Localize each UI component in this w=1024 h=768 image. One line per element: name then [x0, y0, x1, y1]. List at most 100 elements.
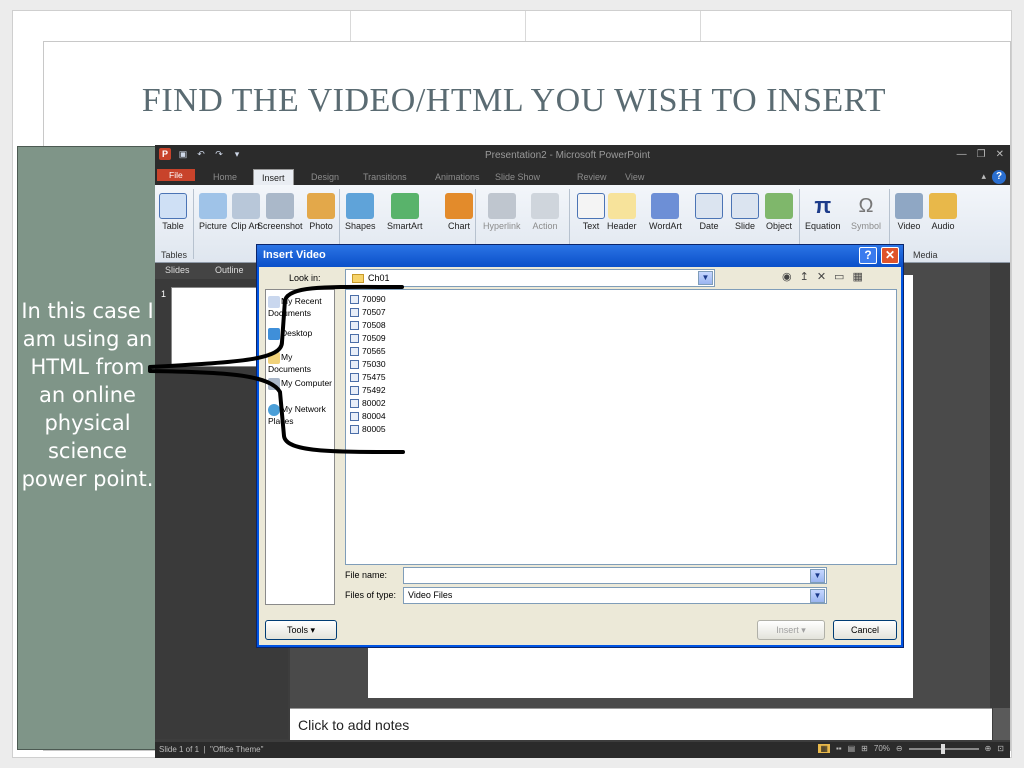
- tab-design[interactable]: Design: [303, 169, 347, 185]
- object-button[interactable]: Object: [765, 193, 793, 231]
- insert-button[interactable]: Insert ▾: [757, 620, 825, 640]
- normal-view-icon[interactable]: ▦: [818, 744, 830, 753]
- group-separator: [193, 189, 194, 259]
- ribbon-collapse-icon[interactable]: ▴: [981, 171, 986, 182]
- dialog-close-icon[interactable]: ✕: [881, 247, 899, 264]
- undo-icon[interactable]: ↶: [195, 148, 207, 160]
- views-icon[interactable]: ▦: [852, 270, 862, 283]
- file-name-input[interactable]: ▼: [403, 567, 827, 584]
- back-icon[interactable]: ◉: [782, 270, 792, 283]
- help-icon[interactable]: ?: [992, 170, 1006, 184]
- tools-button[interactable]: Tools ▾: [265, 620, 337, 640]
- cancel-button[interactable]: Cancel: [833, 620, 897, 640]
- list-item[interactable]: 70090: [350, 293, 386, 305]
- file-name-label: File name:: [345, 570, 388, 580]
- zoom-in-icon[interactable]: ⊕: [985, 744, 992, 753]
- slide-title: FIND THE VIDEO/HTML YOU WISH TO INSERT: [141, 82, 887, 119]
- hyperlink-button[interactable]: Hyperlink: [483, 193, 521, 231]
- tab-home[interactable]: Home: [205, 169, 245, 185]
- up-folder-icon[interactable]: ↥: [800, 270, 809, 283]
- smartart-button[interactable]: SmartArt: [387, 193, 423, 231]
- slide-sorter-icon[interactable]: ▪▪: [836, 744, 842, 753]
- tab-slides[interactable]: Slides: [165, 265, 190, 275]
- date-time-button[interactable]: Date: [695, 193, 723, 231]
- place-my-documents[interactable]: My Documents: [268, 352, 334, 374]
- zoom-out-icon[interactable]: ⊖: [896, 744, 903, 753]
- list-item[interactable]: 70508: [350, 319, 386, 331]
- audio-button[interactable]: Audio: [929, 193, 957, 231]
- redo-icon[interactable]: ↷: [213, 148, 225, 160]
- place-my-computer[interactable]: My Computer: [268, 378, 334, 390]
- list-item[interactable]: 80005: [350, 423, 386, 435]
- notes-pane[interactable]: Click to add notes: [290, 708, 992, 740]
- symbol-button[interactable]: Ω Symbol: [851, 193, 881, 231]
- list-item[interactable]: 80004: [350, 410, 386, 422]
- action-button[interactable]: Action: [531, 193, 559, 231]
- customize-icon[interactable]: ▾: [231, 148, 243, 160]
- file-icon: [350, 334, 359, 344]
- restore-icon[interactable]: ❐: [977, 149, 986, 160]
- tab-animations[interactable]: Animations: [427, 169, 488, 185]
- tab-outline[interactable]: Outline: [215, 265, 244, 275]
- ribbon-tabs: File Home Insert Design Transitions Anim…: [155, 167, 1010, 185]
- file-list: 70090 70507 70508 70509 70565 75030 7547…: [345, 289, 897, 565]
- insert-video-dialog: Insert Video ? ✕ Look in: Ch01 ▼ ◉ ↥ ✕ ▭…: [256, 244, 904, 648]
- film-reel-icon: [895, 193, 923, 219]
- screenshot-button[interactable]: Screenshot: [257, 193, 303, 231]
- fit-window-icon[interactable]: ⊡: [997, 744, 1004, 753]
- dialog-title-bar: Insert Video ? ✕: [257, 245, 903, 267]
- list-item[interactable]: 75492: [350, 384, 386, 396]
- files-of-type-select[interactable]: Video Files ▼: [403, 587, 827, 604]
- tab-view[interactable]: View: [617, 169, 652, 185]
- recent-documents-icon: [268, 296, 280, 308]
- list-item[interactable]: 80002: [350, 397, 386, 409]
- chevron-down-icon[interactable]: ▼: [810, 569, 825, 583]
- action-icon: [531, 193, 559, 219]
- equation-button[interactable]: π Equation: [805, 193, 841, 231]
- notes-scrollbar[interactable]: [993, 708, 1010, 740]
- photo-album-button[interactable]: Photo: [307, 193, 335, 231]
- clip-art-button[interactable]: Clip Art: [231, 193, 260, 231]
- list-item[interactable]: 70507: [350, 306, 386, 318]
- zoom-slider[interactable]: [908, 743, 979, 754]
- place-recent[interactable]: My Recent Documents: [268, 296, 334, 318]
- file-icon: [350, 360, 359, 370]
- text-box-button[interactable]: Text: [577, 193, 605, 231]
- dialog-help-icon[interactable]: ?: [859, 247, 877, 264]
- video-button[interactable]: Video: [895, 193, 923, 231]
- close-icon[interactable]: ✕: [996, 149, 1004, 160]
- table-button[interactable]: Table: [159, 193, 187, 231]
- zoom-slider-thumb[interactable]: [940, 743, 945, 754]
- place-my-network[interactable]: My Network Places: [268, 404, 334, 426]
- chevron-down-icon[interactable]: ▼: [810, 589, 825, 603]
- places-bar: My Recent Documents Desktop My Documents…: [265, 289, 335, 605]
- slideshow-icon[interactable]: ⊞: [861, 744, 868, 753]
- list-item[interactable]: 75475: [350, 371, 386, 383]
- tab-file[interactable]: File: [157, 169, 195, 181]
- reading-view-icon[interactable]: ▤: [848, 744, 856, 753]
- chevron-down-icon[interactable]: ▼: [698, 271, 713, 285]
- header-footer-button[interactable]: Header: [607, 193, 637, 231]
- tab-review[interactable]: Review: [569, 169, 615, 185]
- minimize-icon[interactable]: —: [957, 149, 967, 160]
- list-item[interactable]: 70509: [350, 332, 386, 344]
- list-item[interactable]: 75030: [350, 358, 386, 370]
- slide-number-button[interactable]: Slide: [731, 193, 759, 231]
- tab-transitions[interactable]: Transitions: [355, 169, 415, 185]
- wordart-button[interactable]: WordArt: [649, 193, 682, 231]
- new-folder-icon[interactable]: ▭: [834, 270, 844, 283]
- look-in-dropdown[interactable]: Ch01 ▼: [345, 269, 715, 287]
- list-item[interactable]: 70565: [350, 345, 386, 357]
- save-icon[interactable]: ▣: [177, 148, 189, 160]
- object-icon: [765, 193, 793, 219]
- place-desktop[interactable]: Desktop: [268, 328, 334, 340]
- chart-button[interactable]: Chart: [445, 193, 473, 231]
- tab-slide-show[interactable]: Slide Show: [487, 169, 548, 185]
- picture-button[interactable]: Picture: [199, 193, 227, 231]
- zoom-level[interactable]: 70%: [874, 744, 890, 753]
- shapes-button[interactable]: Shapes: [345, 193, 376, 231]
- tab-insert[interactable]: Insert: [253, 169, 294, 185]
- powerpoint-icon[interactable]: P: [159, 148, 171, 160]
- delete-icon[interactable]: ✕: [817, 270, 826, 283]
- smartart-icon: [390, 193, 419, 219]
